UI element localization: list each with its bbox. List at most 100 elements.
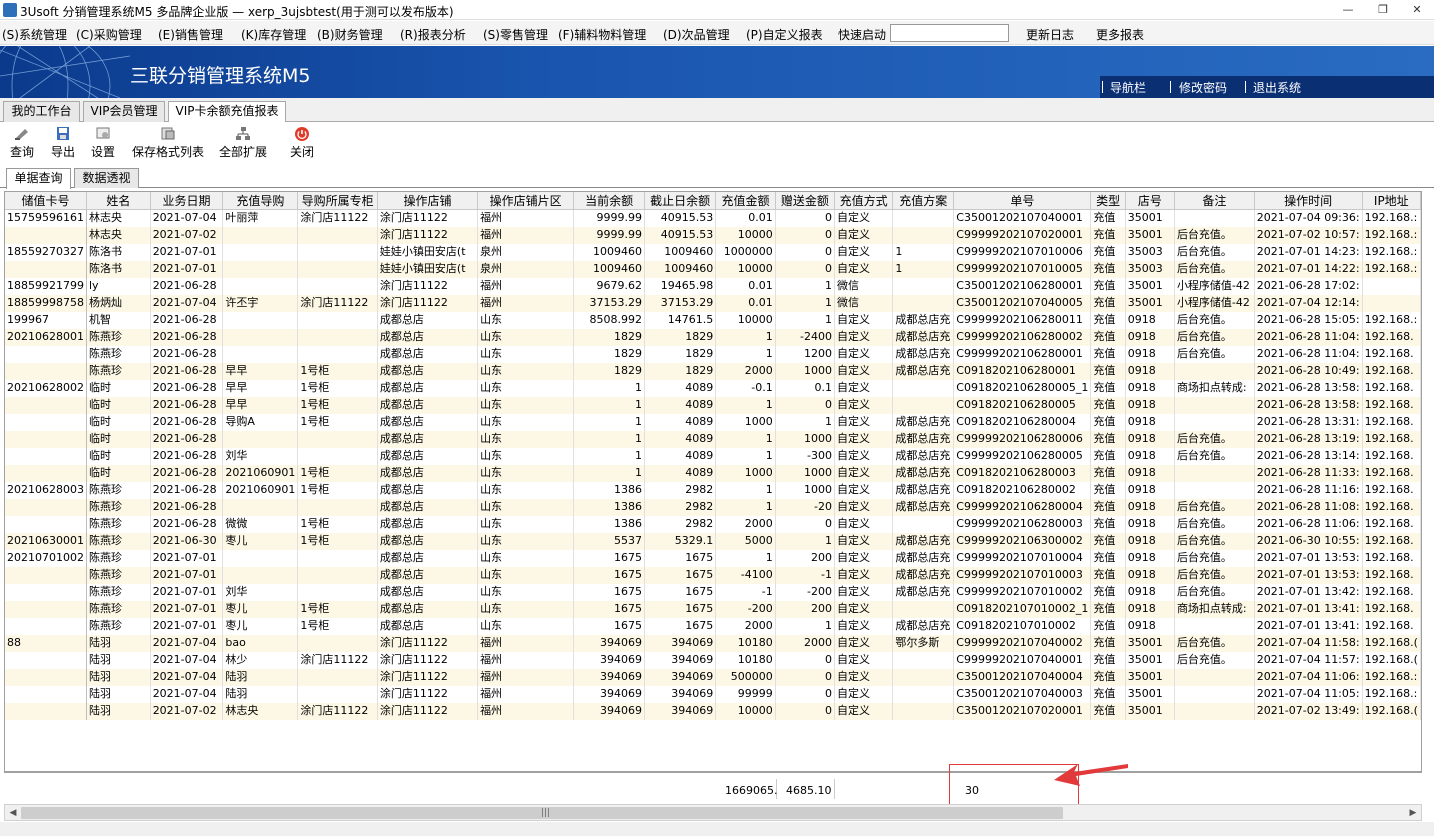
table-cell[interactable]	[892, 702, 955, 720]
table-cell[interactable]: 成都总店充	[892, 566, 955, 584]
table-cell[interactable]: 192.168.	[1362, 362, 1421, 380]
table-cell[interactable]	[297, 566, 378, 584]
table-cell[interactable]: 林志央	[86, 226, 151, 244]
table-cell[interactable]: 娃娃小镇田安店(t	[377, 260, 479, 278]
table-cell[interactable]: 成都总店充	[892, 549, 955, 567]
table-cell[interactable]: 山东	[477, 447, 575, 465]
table-row[interactable]: 陈燕珍 2021-06-28 微微 1号柜 成都总店 山东 1386 2982 2000 0 自定义…	[5, 515, 1421, 533]
table-cell[interactable]: 商场扣点转成:	[1174, 600, 1255, 618]
table-cell[interactable]: 192.168.	[1362, 532, 1421, 550]
table-cell[interactable]: 1	[573, 447, 645, 465]
menu-reports[interactable]: (R)报表分析	[400, 26, 466, 43]
table-cell[interactable]: 1	[573, 379, 645, 397]
column-header[interactable]: 充值金额	[715, 192, 776, 210]
table-cell[interactable]: 192.168.	[1362, 566, 1421, 584]
table-cell[interactable]: 20210628003	[5, 481, 87, 499]
table-cell[interactable]: 成都总店充	[892, 532, 955, 550]
table-row[interactable]: 陈燕珍 2021-06-28 成都总店 山东 1829 1829 1 1200 自定义 成都总店充…	[5, 345, 1421, 363]
table-cell[interactable]: 充值	[1090, 532, 1126, 550]
table-cell[interactable]: 2021-07-04 12:14:	[1254, 294, 1363, 312]
table-cell[interactable]: 陈燕珍	[86, 583, 151, 601]
table-cell[interactable]: 35001	[1125, 668, 1175, 686]
table-cell[interactable]: 1	[715, 549, 776, 567]
minimize-button[interactable]: —	[1336, 1, 1360, 19]
table-cell[interactable]: 394069	[644, 634, 717, 652]
table-cell[interactable]	[297, 685, 378, 703]
table-cell[interactable]: 2021-07-04	[150, 294, 224, 312]
table-cell[interactable]: 充值	[1090, 311, 1126, 329]
table-cell[interactable]: 1	[715, 498, 776, 516]
settings-button[interactable]: 设置	[91, 126, 115, 160]
table-cell[interactable]: 充值	[1090, 702, 1126, 720]
table-cell[interactable]: 自定义	[834, 464, 894, 482]
table-cell[interactable]: 陈燕珍	[86, 345, 151, 363]
table-cell[interactable]: 2021-06-28 13:19:	[1254, 430, 1363, 448]
update-log-link[interactable]: 更新日志	[1026, 26, 1074, 43]
table-cell[interactable]: 自定义	[834, 532, 894, 550]
table-cell[interactable]: 1000	[715, 464, 776, 482]
table-cell[interactable]: 1675	[573, 549, 645, 567]
table-row[interactable]: 199967 机智 2021-06-28 成都总店 山东 8508.992 14761.5 1…	[5, 311, 1421, 329]
table-cell[interactable]: 成都总店充	[892, 430, 955, 448]
table-cell[interactable]: 山东	[477, 464, 575, 482]
table-cell[interactable]	[1174, 702, 1255, 720]
table-cell[interactable]: -200	[775, 583, 836, 601]
column-header[interactable]: 业务日期	[150, 192, 224, 210]
table-cell[interactable]: 1	[715, 447, 776, 465]
table-cell[interactable]: 后台充值。	[1174, 532, 1255, 550]
table-row[interactable]: 陈燕珍 2021-07-01 刘华 成都总店 山东 1675 1675 -1 -200 自定义 成都…	[5, 583, 1421, 601]
table-cell[interactable]: 2000	[715, 617, 776, 635]
subtab-pivot[interactable]: 数据透视	[74, 168, 139, 188]
table-cell[interactable]: 192.168.(	[1362, 702, 1421, 720]
table-cell[interactable]: 200	[775, 549, 836, 567]
table-cell[interactable]: 1675	[644, 566, 717, 584]
table-cell[interactable]: 泉州	[477, 260, 575, 278]
table-cell[interactable]: 充值	[1090, 617, 1126, 635]
table-cell[interactable]: 2021-07-01 13:53:	[1254, 566, 1363, 584]
table-cell[interactable]: 20210630001	[5, 532, 87, 550]
table-cell[interactable]: 成都总店	[377, 532, 479, 550]
table-cell[interactable]: 4089	[644, 413, 717, 431]
table-cell[interactable]: 山东	[477, 600, 575, 618]
table-cell[interactable]: 充值	[1090, 634, 1126, 652]
table-cell[interactable]: 2021-07-04	[150, 685, 224, 703]
table-cell[interactable]: 40915.53	[644, 209, 717, 227]
table-cell[interactable]: C0918202106280005	[953, 396, 1092, 414]
table-cell[interactable]	[5, 396, 87, 414]
table-cell[interactable]: C99999202106280011	[953, 311, 1092, 329]
table-cell[interactable]: 1009460	[644, 260, 717, 278]
table-cell[interactable]: 充值	[1090, 685, 1126, 703]
table-cell[interactable]	[297, 430, 378, 448]
save-format-button[interactable]: 保存格式列表	[132, 126, 204, 160]
restore-button[interactable]: ❐	[1371, 1, 1395, 19]
table-cell[interactable]: 0918	[1125, 379, 1175, 397]
table-cell[interactable]	[5, 345, 87, 363]
table-cell[interactable]: ly	[86, 277, 151, 295]
table-row[interactable]: 陈燕珍 2021-07-01 枣儿 1号柜 成都总店 山东 1675 1675 2000 1 自定义…	[5, 617, 1421, 635]
table-cell[interactable]: 涂门店11122	[377, 226, 479, 244]
table-cell[interactable]: 成都总店	[377, 549, 479, 567]
column-header[interactable]: 当前余额	[573, 192, 645, 210]
table-cell[interactable]: 自定义	[834, 600, 894, 618]
table-cell[interactable]	[297, 634, 378, 652]
table-cell[interactable]: C99999202107020001	[953, 226, 1092, 244]
table-cell[interactable]: 自定义	[834, 634, 894, 652]
subtab-detail-query[interactable]: 单据查询	[6, 168, 71, 189]
table-cell[interactable]: 成都总店	[377, 430, 479, 448]
table-cell[interactable]: -200	[715, 600, 776, 618]
table-cell[interactable]: 4089	[644, 396, 717, 414]
table-cell[interactable]	[222, 328, 299, 346]
table-cell[interactable]: 2021-06-28	[150, 328, 224, 346]
table-cell[interactable]	[5, 413, 87, 431]
table-cell[interactable]: C35001202107040005	[953, 294, 1092, 312]
table-cell[interactable]: 1675	[573, 600, 645, 618]
table-cell[interactable]: 35001	[1125, 685, 1175, 703]
table-cell[interactable]: 2021-06-28	[150, 515, 224, 533]
table-cell[interactable]	[5, 447, 87, 465]
table-cell[interactable]: C99999202107040001	[953, 651, 1092, 669]
table-cell[interactable]: 1	[775, 617, 836, 635]
table-cell[interactable]: 4089	[644, 430, 717, 448]
table-row[interactable]: 陈燕珍 2021-06-28 成都总店 山东 1386 2982 1 -20 自定义 成都总店充 C…	[5, 498, 1421, 516]
table-cell[interactable]: 192.168.:	[1362, 260, 1421, 278]
table-cell[interactable]: 自定义	[834, 617, 894, 635]
